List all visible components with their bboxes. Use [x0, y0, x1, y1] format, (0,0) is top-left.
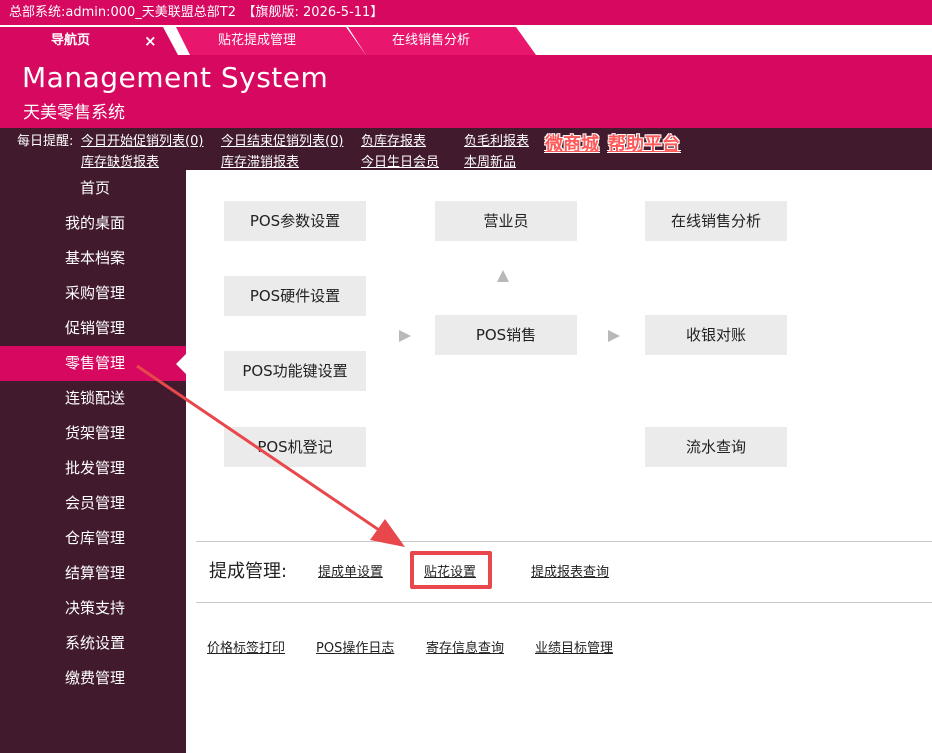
- pos-register-button[interactable]: POS机登记: [224, 427, 366, 467]
- brand-subtitle: 天美零售系统: [23, 103, 125, 123]
- link-price-label-print[interactable]: 价格标签打印: [207, 637, 285, 656]
- sidebar-item-home[interactable]: 首页: [0, 171, 186, 206]
- sidebar-item-label: 会员管理: [65, 494, 126, 512]
- link-help-platform[interactable]: 帮助平台: [608, 130, 680, 156]
- sidebar-item-label: 仓库管理: [65, 529, 126, 547]
- journal-query-button[interactable]: 流水查询: [645, 427, 787, 467]
- sidebar-item-payment[interactable]: 缴费管理: [0, 661, 186, 696]
- link-commission-sheet-settings[interactable]: 提成单设置: [318, 561, 383, 580]
- link-pos-operation-log[interactable]: POS操作日志: [316, 637, 394, 656]
- arrow-up-icon: [497, 270, 509, 282]
- sidebar-item-label: 采购管理: [65, 284, 126, 302]
- link-weishop[interactable]: 微商城: [545, 130, 599, 156]
- sidebar-item-promotion[interactable]: 促销管理: [0, 311, 186, 346]
- sidebar-item-label: 货架管理: [65, 424, 126, 442]
- link-negative-stock-report[interactable]: 负库存报表: [361, 130, 426, 149]
- pos-sales-button[interactable]: POS销售: [435, 315, 577, 355]
- online-sales-analysis-button[interactable]: 在线销售分析: [645, 201, 787, 241]
- sidebar-item-label: 首页: [80, 179, 111, 197]
- link-commission-report-query[interactable]: 提成报表查询: [531, 561, 609, 580]
- sidebar-item-label: 系统设置: [65, 634, 126, 652]
- tab-sticker-commission-label: 贴花提成管理: [218, 33, 297, 48]
- arrow-right-icon: [399, 330, 411, 342]
- sidebar-item-system-settings[interactable]: 系统设置: [0, 626, 186, 661]
- sidebar-item-retail[interactable]: 零售管理: [0, 346, 186, 381]
- window-title: 总部系统:admin:000_天美联盟总部T2 【旗舰版: 2026-5-11】: [0, 0, 932, 25]
- divider: [196, 541, 932, 542]
- brand-title: Management System: [22, 61, 329, 94]
- sidebar-item-basic-files[interactable]: 基本档案: [0, 241, 186, 276]
- pos-function-keys-button[interactable]: POS功能键设置: [224, 351, 366, 391]
- sidebar-item-my-desktop[interactable]: 我的桌面: [0, 206, 186, 241]
- sidebar-item-label: 批发管理: [65, 459, 126, 477]
- sidebar-item-label: 决策支持: [65, 599, 126, 617]
- link-performance-target[interactable]: 业绩目标管理: [535, 637, 613, 656]
- sidebar-item-decision[interactable]: 决策支持: [0, 591, 186, 626]
- link-today-promo-start[interactable]: 今日开始促销列表(0): [81, 130, 203, 149]
- cashier-button[interactable]: 营业员: [435, 201, 577, 241]
- tab-online-sales[interactable]: 在线销售分析: [348, 27, 536, 55]
- annotation-highlight-box: [410, 551, 492, 589]
- link-birthday-members[interactable]: 今日生日会员: [361, 151, 439, 170]
- tab-bar: 导航页 × 贴花提成管理 在线销售分析: [0, 25, 932, 55]
- link-slow-moving-report[interactable]: 库存滞销报表: [221, 151, 299, 170]
- sidebar-item-purchase[interactable]: 采购管理: [0, 276, 186, 311]
- sidebar-item-wholesale[interactable]: 批发管理: [0, 451, 186, 486]
- tab-sticker-commission[interactable]: 贴花提成管理: [176, 27, 366, 55]
- daily-reminder-bar: 每日提醒: 今日开始促销列表(0) 今日结束促销列表(0) 负库存报表 负毛利报…: [0, 128, 932, 170]
- sidebar-item-label: 结算管理: [65, 564, 126, 582]
- link-new-products-week[interactable]: 本周新品: [464, 151, 516, 170]
- reminder-label: 每日提醒:: [17, 134, 74, 149]
- commission-label: 提成管理:: [209, 561, 288, 582]
- sidebar-item-warehouse[interactable]: 仓库管理: [0, 521, 186, 556]
- sidebar-menu: 首页 我的桌面 基本档案 采购管理 促销管理 零售管理 连锁配送 货架管理 批发…: [0, 170, 186, 753]
- pos-hardware-button[interactable]: POS硬件设置: [224, 276, 366, 316]
- sidebar-item-settlement[interactable]: 结算管理: [0, 556, 186, 591]
- link-out-of-stock-report[interactable]: 库存缺货报表: [81, 151, 159, 170]
- sidebar-item-label: 我的桌面: [65, 214, 126, 232]
- tab-navigation-label: 导航页: [51, 33, 91, 48]
- cash-reconcile-button[interactable]: 收银对账: [645, 315, 787, 355]
- link-today-promo-end[interactable]: 今日结束促销列表(0): [221, 130, 343, 149]
- header-banner: Management System 天美零售系统: [0, 55, 932, 128]
- sidebar-item-label: 促销管理: [65, 319, 126, 337]
- sidebar-item-shelf[interactable]: 货架管理: [0, 416, 186, 451]
- close-icon[interactable]: ×: [144, 27, 157, 55]
- sidebar-item-label: 连锁配送: [65, 389, 126, 407]
- sidebar-item-label: 零售管理: [65, 354, 126, 372]
- tab-online-sales-label: 在线销售分析: [392, 33, 471, 48]
- sidebar-item-chain-distribution[interactable]: 连锁配送: [0, 381, 186, 416]
- main-content: POS参数设置 POS硬件设置 POS功能键设置 POS机登记 营业员 POS销…: [186, 170, 932, 753]
- active-caret-icon: [176, 354, 186, 374]
- pos-params-button[interactable]: POS参数设置: [224, 201, 366, 241]
- arrow-right-icon: [608, 330, 620, 342]
- link-negative-margin-report[interactable]: 负毛利报表: [464, 130, 529, 149]
- link-deposit-info-query[interactable]: 寄存信息查询: [426, 637, 504, 656]
- sidebar-item-member[interactable]: 会员管理: [0, 486, 186, 521]
- divider: [196, 602, 932, 603]
- sidebar-item-label: 基本档案: [65, 249, 126, 267]
- tab-navigation[interactable]: 导航页 ×: [0, 27, 178, 55]
- sidebar-item-label: 缴费管理: [65, 669, 126, 687]
